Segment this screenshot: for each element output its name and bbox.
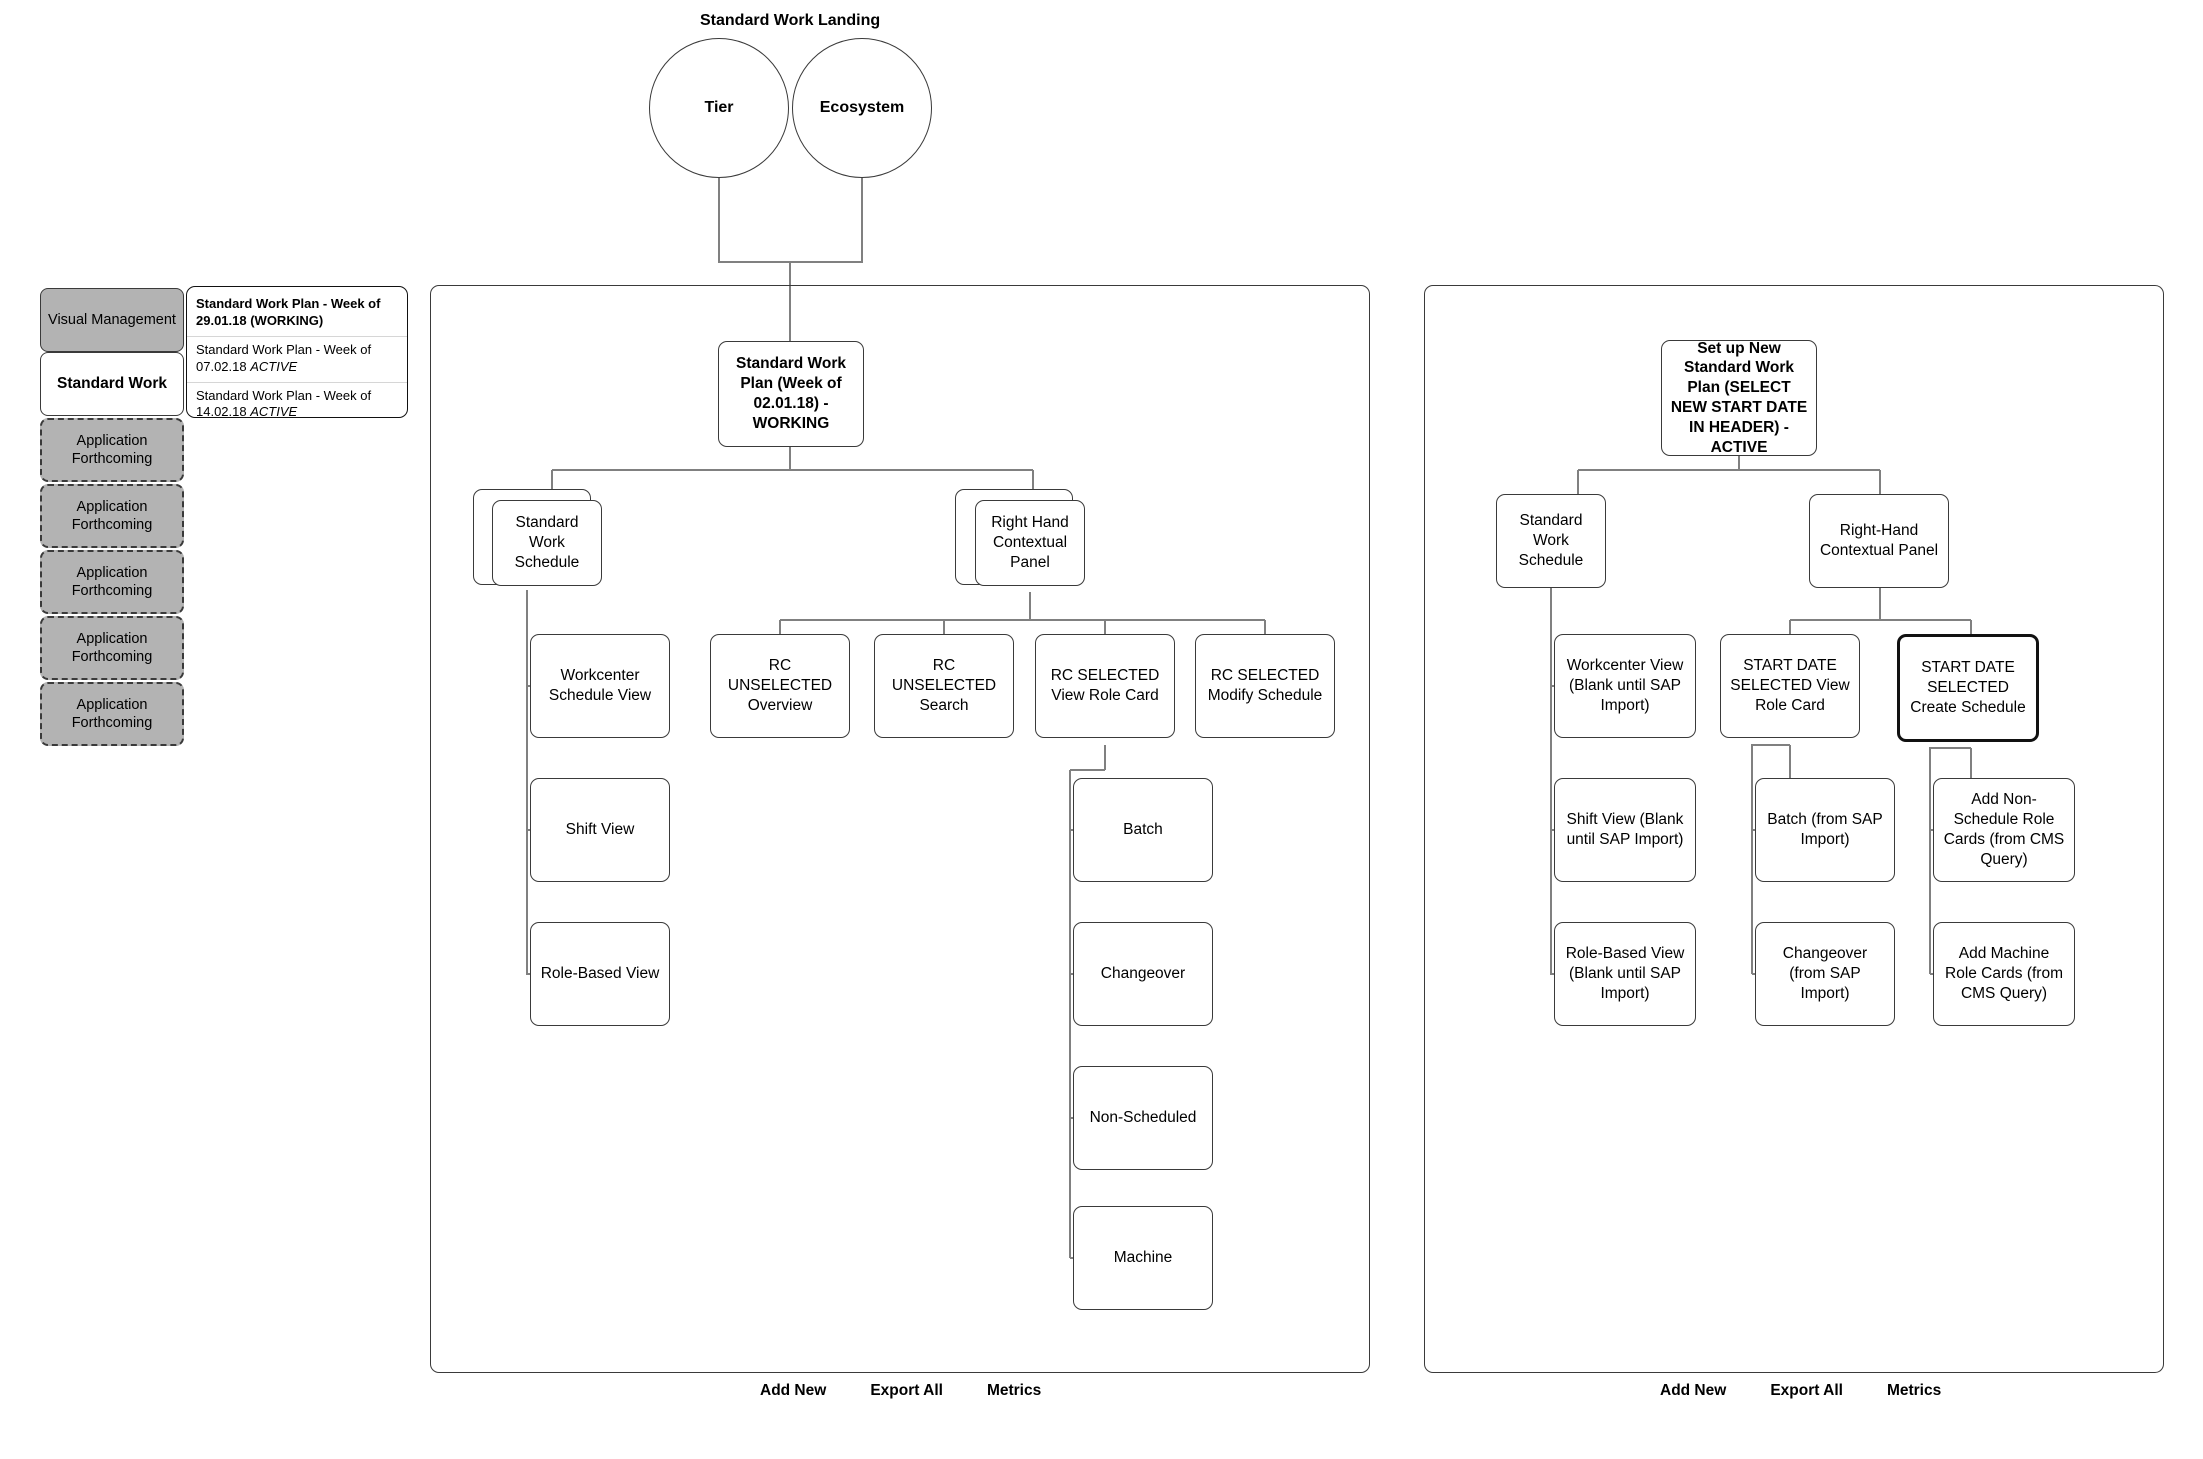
node-workcenter-schedule-view[interactable]: Workcenter Schedule View <box>530 634 670 738</box>
node-workcenter-view-blank[interactable]: Workcenter View (Blank until SAP Import) <box>1554 634 1696 738</box>
metrics-button[interactable]: Metrics <box>1887 1382 1941 1400</box>
node-batch-from-sap-import[interactable]: Batch (from SAP Import) <box>1755 778 1895 882</box>
sidebar-item-standard-work[interactable]: Standard Work <box>40 352 184 416</box>
sidebar-item-application-forthcoming-1[interactable]: Application Forthcoming <box>40 418 184 482</box>
node-rc-unselected-overview[interactable]: RC UNSELECTED Overview <box>710 634 850 738</box>
sidebar-item-visual-management[interactable]: Visual Management <box>40 288 184 352</box>
add-new-button[interactable]: Add New <box>760 1382 826 1400</box>
plan-list-item-working[interactable]: Standard Work Plan - Week of 29.01.18 (W… <box>187 291 407 337</box>
node-start-date-selected-create-schedule[interactable]: START DATE SELECTED Create Schedule <box>1897 634 2039 742</box>
node-add-non-schedule-role-cards[interactable]: Add Non-Schedule Role Cards (from CMS Qu… <box>1933 778 2075 882</box>
sidebar-item-application-forthcoming-3[interactable]: Application Forthcoming <box>40 550 184 614</box>
plan-list-item-status: ACTIVE <box>250 358 298 374</box>
export-all-button[interactable]: Export All <box>870 1382 943 1400</box>
sidebar-item-application-forthcoming-4[interactable]: Application Forthcoming <box>40 616 184 680</box>
standard-work-plan-list: Standard Work Plan - Week of 29.01.18 (W… <box>186 286 408 419</box>
add-new-button[interactable]: Add New <box>1660 1382 1726 1400</box>
node-standard-work-plan-working[interactable]: Standard Work Plan (Week of 02.01.18) - … <box>718 341 864 447</box>
node-right-hand-contextual-panel[interactable]: Right Hand Contextual Panel <box>975 500 1085 586</box>
node-batch[interactable]: Batch <box>1073 778 1213 882</box>
node-rc-unselected-search[interactable]: RC UNSELECTED Search <box>874 634 1014 738</box>
diagram-canvas: Standard Work Landing Tier Ecosystem Vis… <box>0 0 2203 1459</box>
sidebar-item-application-forthcoming-5[interactable]: Application Forthcoming <box>40 682 184 746</box>
node-right-hand-contextual-panel-2[interactable]: Right-Hand Contextual Panel <box>1809 494 1949 588</box>
node-tier[interactable]: Tier <box>649 38 789 178</box>
center-panel-footer: Add New Export All Metrics <box>760 1382 1041 1400</box>
sidebar-item-application-forthcoming-2[interactable]: Application Forthcoming <box>40 484 184 548</box>
node-non-scheduled[interactable]: Non-Scheduled <box>1073 1066 1213 1170</box>
node-setup-new-standard-work-plan[interactable]: Set up New Standard Work Plan (SELECT NE… <box>1661 340 1817 456</box>
node-shift-view[interactable]: Shift View <box>530 778 670 882</box>
node-role-based-view-blank[interactable]: Role-Based View (Blank until SAP Import) <box>1554 922 1696 1026</box>
right-panel-footer: Add New Export All Metrics <box>1660 1382 1941 1400</box>
node-standard-work-schedule[interactable]: Standard Work Schedule <box>492 500 602 586</box>
metrics-button[interactable]: Metrics <box>987 1382 1041 1400</box>
node-shift-view-blank[interactable]: Shift View (Blank until SAP Import) <box>1554 778 1696 882</box>
node-rc-selected-view-role-card[interactable]: RC SELECTED View Role Card <box>1035 634 1175 738</box>
plan-list-item-active-2[interactable]: Standard Work Plan - Week of 14.02.18 AC… <box>187 383 407 428</box>
node-start-date-selected-view-role-card[interactable]: START DATE SELECTED View Role Card <box>1720 634 1860 738</box>
plan-list-item-label: Standard Work Plan - Week of 29.01.18 (W… <box>196 296 381 328</box>
node-add-machine-role-cards[interactable]: Add Machine Role Cards (from CMS Query) <box>1933 922 2075 1026</box>
node-changeover-from-sap-import[interactable]: Changeover (from SAP Import) <box>1755 922 1895 1026</box>
page-title: Standard Work Landing <box>700 12 881 29</box>
node-changeover[interactable]: Changeover <box>1073 922 1213 1026</box>
node-right-standard-work-schedule[interactable]: Standard Work Schedule <box>1496 494 1606 588</box>
node-machine[interactable]: Machine <box>1073 1206 1213 1310</box>
plan-list-item-status: ACTIVE <box>250 404 298 420</box>
node-rc-selected-modify-schedule[interactable]: RC SELECTED Modify Schedule <box>1195 634 1335 738</box>
node-ecosystem[interactable]: Ecosystem <box>792 38 932 178</box>
node-role-based-view[interactable]: Role-Based View <box>530 922 670 1026</box>
export-all-button[interactable]: Export All <box>1770 1382 1843 1400</box>
plan-list-item-active-1[interactable]: Standard Work Plan - Week of 07.02.18 AC… <box>187 337 407 383</box>
